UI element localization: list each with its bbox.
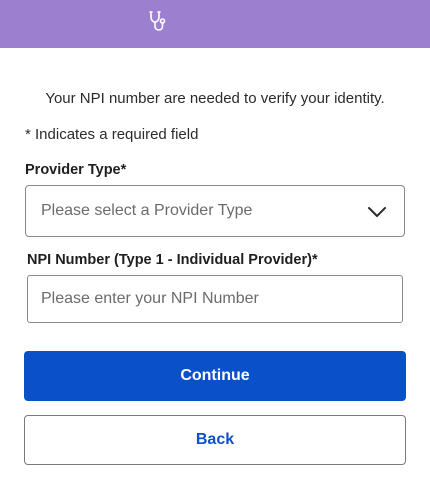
provider-type-label: Provider Type* (25, 162, 127, 178)
npi-number-label: NPI Number (Type 1 - Individual Provider… (27, 252, 318, 268)
intro-text: Your NPI number are needed to verify you… (45, 90, 385, 107)
back-button[interactable]: Back (24, 415, 406, 465)
npi-number-input[interactable] (27, 275, 403, 323)
provider-type-selected-value: Please select a Provider Type (41, 202, 253, 219)
provider-type-select[interactable]: Please select a Provider Type (25, 185, 405, 237)
required-field-note: * Indicates a required field (25, 126, 199, 143)
chevron-down-icon (367, 205, 387, 219)
top-header-bar (0, 0, 430, 48)
continue-button[interactable]: Continue (24, 351, 406, 401)
stethoscope-icon (147, 10, 167, 32)
